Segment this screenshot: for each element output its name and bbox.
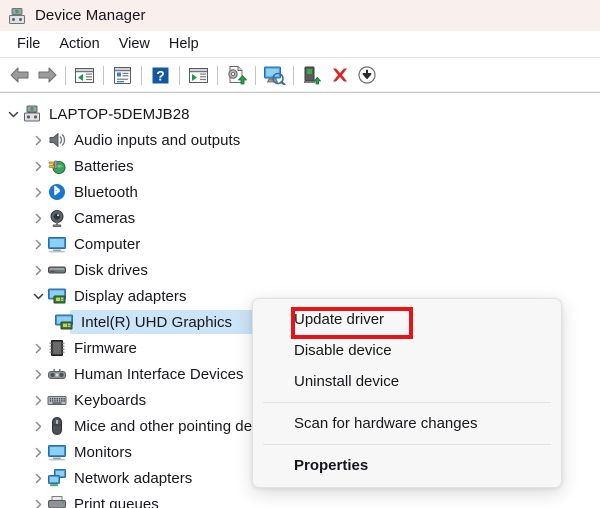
printer-icon — [47, 494, 67, 508]
toolbar-separator — [255, 65, 256, 85]
toolbar-separator — [103, 65, 104, 85]
tree-node-label: Display adapters — [74, 287, 187, 305]
tree-node-computer[interactable]: Computer — [0, 231, 600, 257]
svg-text:?: ? — [156, 67, 165, 83]
speaker-icon — [47, 130, 67, 150]
context-menu-update-driver[interactable]: Update driver — [253, 304, 561, 339]
chevron-right-icon[interactable] — [29, 439, 47, 465]
tree-node-batteries[interactable]: Batteries — [0, 153, 600, 179]
display-adapter-icon — [54, 312, 74, 332]
toolbar-separator — [293, 65, 294, 85]
context-menu-separator — [263, 444, 551, 445]
tree-node-bluetooth[interactable]: Bluetooth — [0, 179, 600, 205]
menu-file[interactable]: File — [8, 34, 50, 54]
context-menu-separator — [263, 402, 551, 403]
toolbar-separator — [217, 65, 218, 85]
tree-node-label: Bluetooth — [74, 183, 138, 201]
menu-help[interactable]: Help — [160, 34, 209, 54]
display-adapter-icon — [47, 286, 67, 306]
camera-icon — [47, 208, 67, 228]
chevron-right-icon[interactable] — [29, 361, 47, 387]
chevron-right-icon[interactable] — [29, 491, 47, 508]
chevron-right-icon[interactable] — [29, 205, 47, 231]
menu-bar: File Action View Help — [0, 31, 600, 58]
computer-root-icon — [22, 104, 42, 124]
battery-icon — [47, 156, 67, 176]
tree-node-label: Intel(R) UHD Graphics — [81, 313, 233, 331]
chevron-down-icon[interactable] — [29, 283, 47, 309]
uninstall-device-icon[interactable] — [326, 62, 353, 89]
forward-arrow-icon[interactable] — [33, 62, 60, 89]
help-icon[interactable]: ? — [147, 62, 174, 89]
tree-node-label: Human Interface Devices — [74, 365, 244, 383]
disk-drive-icon — [47, 260, 67, 280]
tree-node-disk-drives[interactable]: Disk drives — [0, 257, 600, 283]
menu-action[interactable]: Action — [50, 34, 109, 54]
show-hide-console-tree-icon[interactable] — [71, 62, 98, 89]
tree-node-label: Batteries — [74, 157, 134, 175]
context-menu-item-label: Update driver — [294, 311, 385, 328]
toolbar-separator — [141, 65, 142, 85]
toolbar: ? — [0, 58, 600, 93]
chevron-right-icon[interactable] — [29, 413, 47, 439]
monitor-icon — [47, 442, 67, 462]
chevron-right-icon[interactable] — [29, 179, 47, 205]
tree-node-audio-inputs-and-outputs[interactable]: Audio inputs and outputs — [0, 127, 600, 153]
context-menu-item-label: Properties — [294, 457, 369, 474]
context-menu-disable-device[interactable]: Disable device — [253, 335, 561, 366]
menu-view[interactable]: View — [110, 34, 160, 54]
tree-node-label: Print queues — [74, 495, 159, 508]
tree-node-computer-root[interactable]: LAPTOP-5DEMJB28 — [0, 101, 600, 127]
chevron-down-icon[interactable] — [4, 101, 22, 127]
monitor-icon — [47, 234, 67, 254]
tree-node-label: Monitors — [74, 443, 132, 461]
tree-node-label: Network adapters — [74, 469, 193, 487]
back-arrow-icon[interactable] — [6, 62, 33, 89]
update-driver-software-icon[interactable] — [223, 62, 250, 89]
properties-icon[interactable] — [109, 62, 136, 89]
chevron-right-icon[interactable] — [29, 465, 47, 491]
chevron-right-icon[interactable] — [29, 387, 47, 413]
tree-node-label: Firmware — [74, 339, 137, 357]
tree-node-label: Computer — [74, 235, 141, 253]
scan-for-hardware-changes-icon[interactable] — [261, 62, 288, 89]
tree-node-label: LAPTOP-5DEMJB28 — [49, 105, 190, 123]
keyboard-icon — [47, 390, 67, 410]
toolbar-separator — [179, 65, 180, 85]
tree-node-label: Cameras — [74, 209, 136, 227]
chevron-right-icon[interactable] — [29, 335, 47, 361]
network-adapter-icon — [47, 468, 67, 488]
tree-node-label: Audio inputs and outputs — [74, 131, 241, 149]
tree-node-label: Disk drives — [74, 261, 148, 279]
mouse-icon — [47, 416, 67, 436]
hid-icon — [47, 364, 67, 384]
chevron-right-icon[interactable] — [29, 153, 47, 179]
window-title: Device Manager — [35, 7, 146, 24]
disable-device-icon[interactable] — [353, 62, 380, 89]
context-menu[interactable]: Update driver Disable device Uninstall d… — [252, 298, 562, 488]
tree-node-cameras[interactable]: Cameras — [0, 205, 600, 231]
title-bar: Device Manager — [0, 0, 600, 31]
tree-node-print-queues[interactable]: Print queues — [0, 491, 600, 508]
context-menu-uninstall-device[interactable]: Uninstall device — [253, 366, 561, 397]
context-menu-item-label: Uninstall device — [294, 373, 400, 390]
chevron-right-icon[interactable] — [29, 231, 47, 257]
bluetooth-icon — [47, 182, 67, 202]
context-menu-item-label: Disable device — [294, 342, 392, 359]
context-menu-properties[interactable]: Properties — [253, 450, 561, 481]
context-menu-scan-for-hardware-changes[interactable]: Scan for hardware changes — [253, 408, 561, 439]
chevron-right-icon[interactable] — [29, 127, 47, 153]
tree-node-label: Keyboards — [74, 391, 147, 409]
device-manager-icon — [8, 7, 26, 25]
firmware-chip-icon — [47, 338, 67, 358]
chevron-right-icon[interactable] — [29, 257, 47, 283]
toolbar-separator — [65, 65, 66, 85]
context-menu-item-label: Scan for hardware changes — [294, 415, 478, 432]
show-hide-action-pane-icon[interactable] — [185, 62, 212, 89]
enable-device-icon[interactable] — [299, 62, 326, 89]
